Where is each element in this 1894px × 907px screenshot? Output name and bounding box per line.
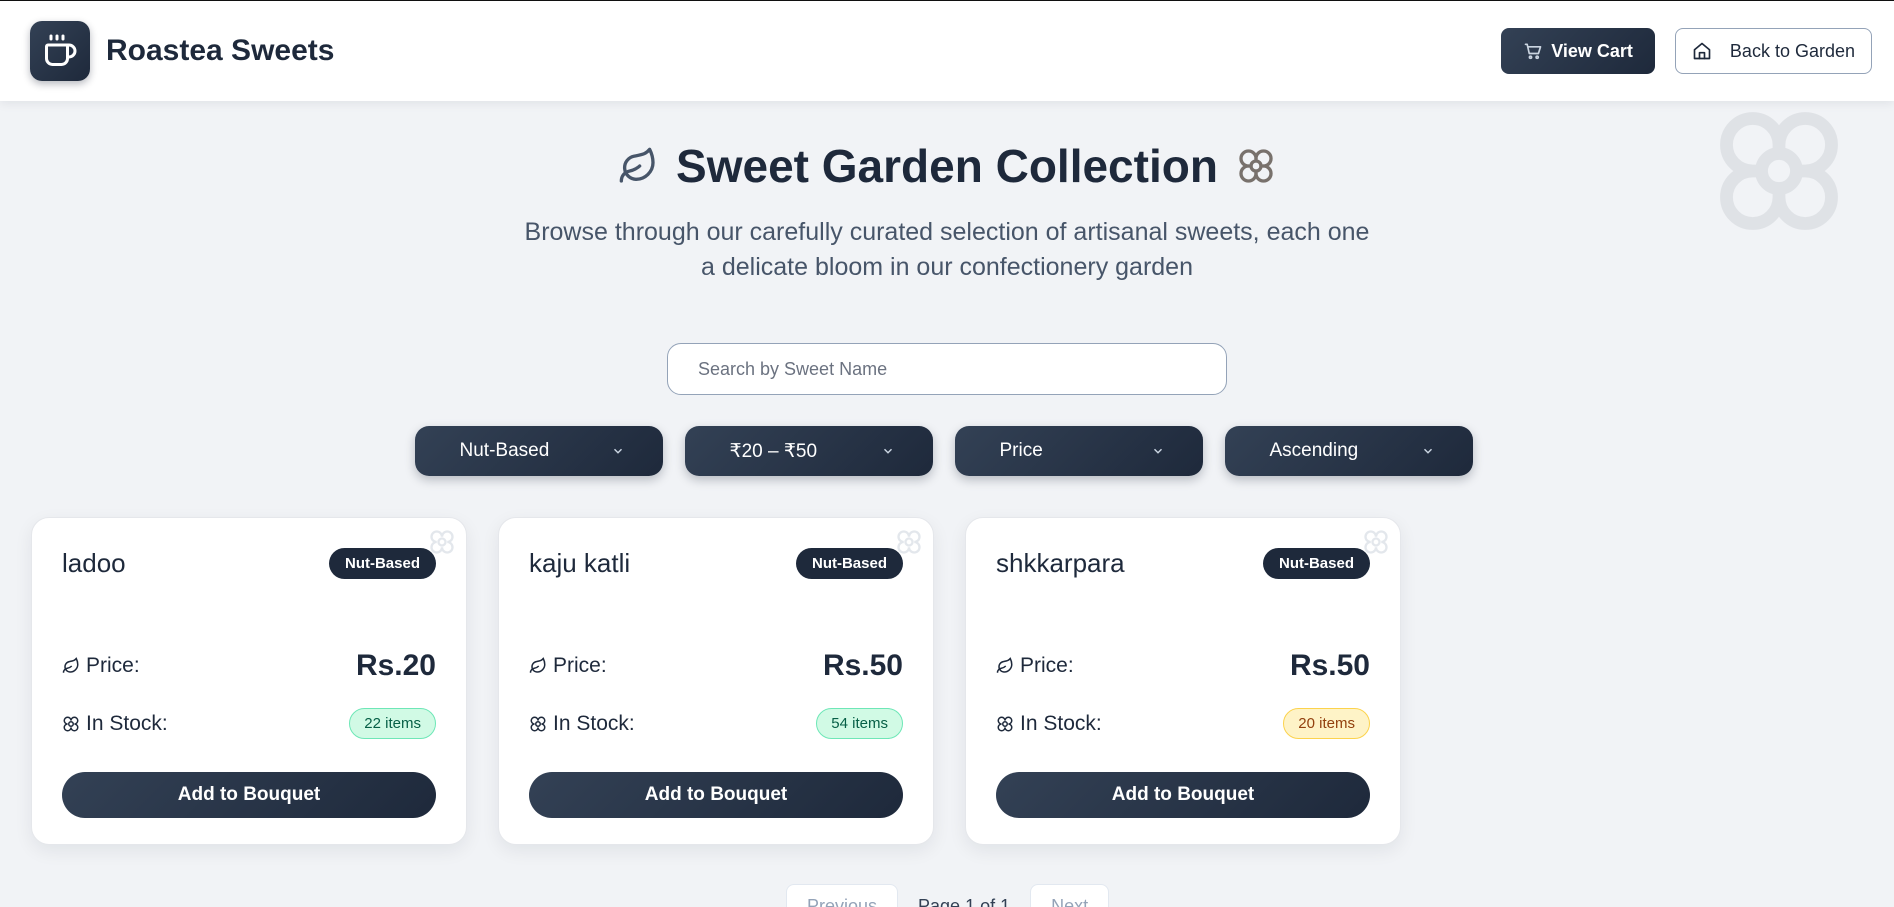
flower-icon	[1239, 149, 1273, 183]
flower-icon	[63, 716, 79, 731]
stock-label-text: In Stock:	[553, 711, 635, 735]
leaf-icon	[529, 657, 546, 673]
page-indicator: Page 1 of 1	[918, 895, 1011, 907]
category-badge: Nut-Based	[795, 548, 903, 579]
coffee-cup-icon	[45, 34, 77, 66]
product-card: ladoo Nut-Based Price: Rs.20 In Stock: 2…	[31, 517, 467, 845]
brand-name: Roastea Sweets	[106, 34, 335, 67]
chevron-down-icon	[1423, 448, 1432, 454]
category-badge: Nut-Based	[328, 548, 436, 579]
flower-icon	[530, 716, 546, 731]
product-name: shkkarpara	[996, 548, 1125, 578]
chevron-down-icon	[883, 448, 892, 454]
back-to-garden-label: Back to Garden	[1729, 40, 1855, 61]
sort-by-select-value: Price	[999, 440, 1043, 461]
stock-label: In Stock:	[996, 712, 1102, 736]
category-badge: Nut-Based	[1262, 548, 1370, 579]
sort-order-select[interactable]: Ascending	[1224, 426, 1473, 476]
price-label: Price:	[996, 654, 1074, 678]
view-cart-button[interactable]: View Cart	[1501, 28, 1655, 74]
price-value: Rs.20	[355, 649, 436, 682]
flower-icon	[430, 530, 454, 554]
product-card: kaju katli Nut-Based Price: Rs.50 In Sto…	[498, 517, 934, 845]
price-label-text: Price:	[86, 654, 140, 677]
category-select-value: Nut-Based	[459, 440, 550, 461]
product-card: shkkarpara Nut-Based Price: Rs.50 In Sto…	[965, 517, 1401, 845]
add-to-bouquet-button[interactable]: Add to Bouquet	[62, 772, 436, 818]
stock-badge: 54 items	[816, 708, 903, 739]
leaf-icon	[62, 657, 79, 673]
stock-badge: 22 items	[349, 708, 436, 739]
chevron-down-icon	[1153, 448, 1162, 454]
product-name: ladoo	[62, 548, 126, 578]
search-input[interactable]	[667, 343, 1227, 395]
next-page-button[interactable]: Next	[1030, 884, 1110, 907]
add-to-bouquet-button[interactable]: Add to Bouquet	[996, 772, 1370, 818]
filter-bar: Nut-Based ₹20 – ₹50 Price Ascending	[0, 426, 1894, 476]
back-to-garden-button[interactable]: Back to Garden	[1674, 28, 1872, 74]
product-grid: ladoo Nut-Based Price: Rs.20 In Stock: 2…	[0, 517, 1894, 845]
stock-label: In Stock:	[62, 712, 168, 736]
page-title: Sweet Garden Collection	[0, 139, 1894, 193]
sort-order-select-value: Ascending	[1269, 440, 1359, 461]
hero-section: Sweet Garden Collection Browse through o…	[0, 139, 1894, 285]
leaf-icon	[619, 147, 655, 183]
chevron-down-icon	[613, 448, 622, 454]
price-value: Rs.50	[822, 649, 903, 682]
flower-icon	[897, 530, 921, 554]
home-icon	[1693, 42, 1711, 60]
category-select[interactable]: Nut-Based	[414, 426, 663, 476]
add-to-bouquet-button[interactable]: Add to Bouquet	[529, 772, 903, 818]
stock-badge: 20 items	[1283, 708, 1370, 739]
price-range-select[interactable]: ₹20 – ₹50	[684, 426, 933, 476]
previous-page-button[interactable]: Previous	[786, 884, 899, 907]
stock-label-text: In Stock:	[86, 711, 168, 735]
price-value: Rs.50	[1289, 649, 1370, 682]
page-title-text: Sweet Garden Collection	[676, 140, 1218, 192]
flower-icon	[997, 716, 1013, 731]
cart-icon	[1524, 43, 1542, 60]
stock-label-text: In Stock:	[1020, 711, 1102, 735]
price-label: Price:	[529, 654, 607, 678]
view-cart-label: View Cart	[1551, 40, 1633, 61]
app-header: Roastea Sweets View Cart Back to Garden	[0, 1, 1894, 101]
leaf-icon	[996, 657, 1013, 673]
product-name: kaju katli	[529, 548, 631, 578]
logo[interactable]	[30, 21, 90, 81]
pagination: Previous Page 1 of 1 Next	[786, 884, 1110, 907]
background-flower-icon	[1720, 112, 1838, 230]
sort-by-select[interactable]: Price	[954, 426, 1203, 476]
price-label: Price:	[62, 654, 140, 678]
price-range-select-value: ₹20 – ₹50	[729, 440, 818, 462]
page-subtitle: Browse through our carefully curated sel…	[524, 218, 1370, 281]
price-label-text: Price:	[553, 654, 607, 677]
price-label-text: Price:	[1020, 654, 1074, 677]
flower-icon	[1364, 530, 1388, 554]
stock-label: In Stock:	[529, 712, 635, 736]
